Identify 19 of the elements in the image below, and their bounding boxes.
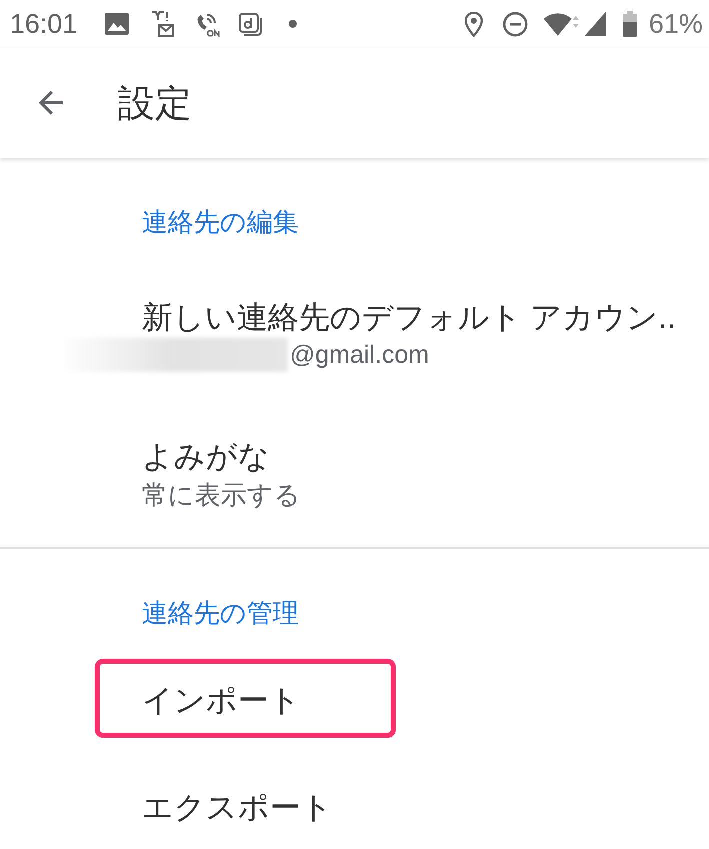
setting-value: 常に表示する bbox=[142, 478, 301, 512]
section-header: 連絡先の編集 bbox=[142, 209, 299, 235]
setting-title[interactable]: インポート bbox=[142, 680, 301, 720]
setting-title[interactable]: エクスポート bbox=[142, 788, 333, 828]
page-title: 設定 bbox=[118, 84, 192, 122]
mail-icon bbox=[150, 11, 174, 37]
battery-percentage: 61% bbox=[648, 10, 703, 38]
setting-title[interactable]: 新しい連絡先のデフォルト アカウン.. bbox=[142, 298, 676, 338]
wifi-icon bbox=[542, 11, 579, 37]
do-not-disturb-icon bbox=[502, 12, 528, 36]
stacked-square-icon bbox=[238, 12, 262, 36]
signal-icon bbox=[584, 12, 606, 36]
setting-value: @gmail.com bbox=[290, 340, 430, 371]
image-icon bbox=[104, 13, 129, 35]
section-header: 連絡先の管理 bbox=[142, 600, 299, 626]
location-pin-icon bbox=[464, 12, 483, 36]
battery-icon bbox=[622, 11, 637, 37]
status-time: 16:01 bbox=[10, 10, 78, 38]
setting-title[interactable]: よみがな bbox=[142, 436, 270, 476]
